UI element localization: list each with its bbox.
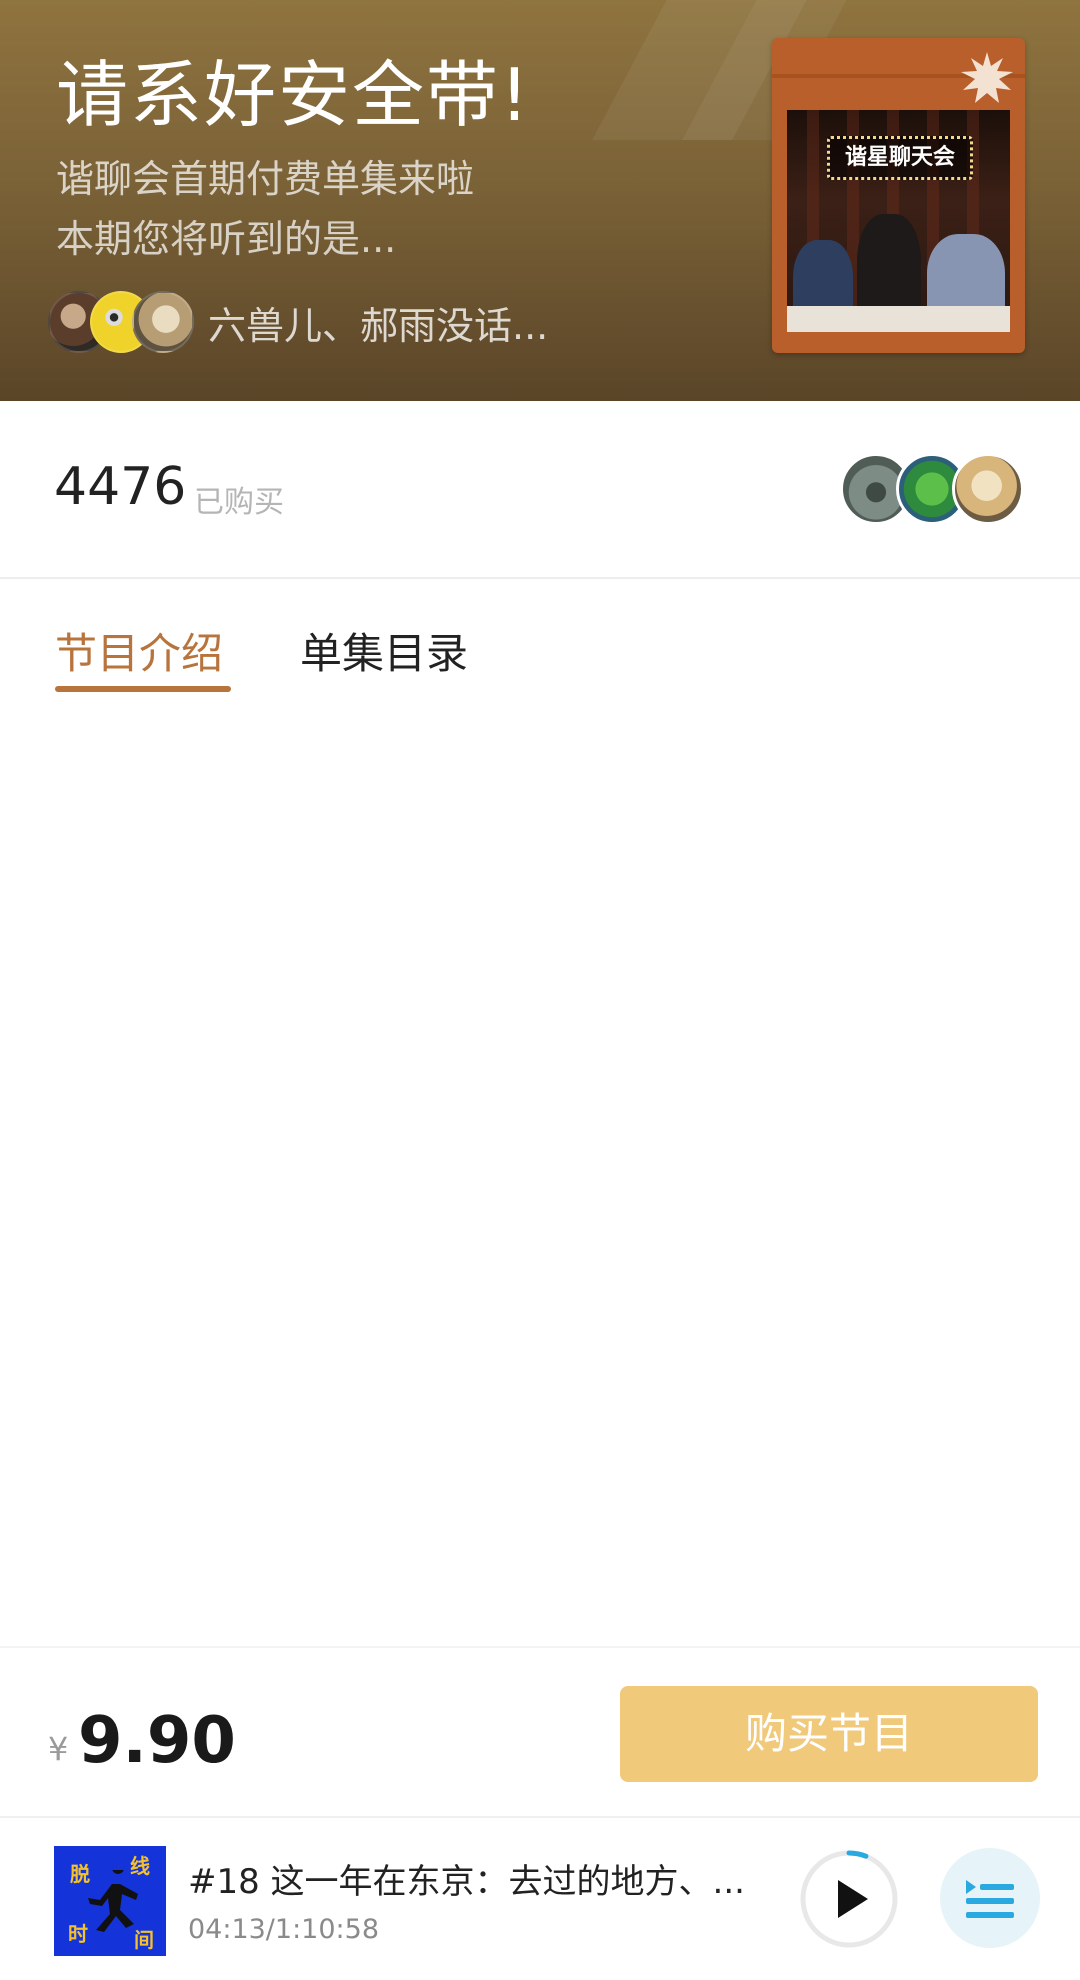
program-cover[interactable]: 谐星聊天会 bbox=[772, 38, 1025, 353]
program-subtitle: 谐聊会首期付费单集来啦 bbox=[56, 157, 475, 201]
buyer-avatar bbox=[952, 453, 1024, 525]
program-title: 请系好安全带! bbox=[56, 53, 531, 137]
cover-photo: 谐星聊天会 bbox=[787, 110, 1010, 332]
running-figure-icon bbox=[88, 1870, 138, 1932]
cover-table bbox=[787, 306, 1010, 332]
playlist-icon bbox=[966, 1880, 1014, 1918]
program-price: 9.90 bbox=[78, 1704, 236, 1778]
currency-symbol: ¥ bbox=[48, 1730, 69, 1768]
episode-title[interactable]: #18 这一年在东京：去过的地方、... bbox=[188, 1854, 758, 1903]
playlist-button[interactable] bbox=[940, 1848, 1040, 1948]
buy-program-button[interactable]: 购买节目 bbox=[620, 1686, 1038, 1782]
purchase-count: 4476 bbox=[54, 457, 187, 517]
episode-artwork[interactable]: 脱 线 时 间 bbox=[54, 1846, 166, 1956]
tab-episode-list[interactable]: 单集目录 bbox=[300, 620, 468, 681]
program-header: 请系好安全带! 谐聊会首期付费单集来啦 本期您将听到的是... 六兽儿、郝雨没话… bbox=[0, 0, 1080, 401]
tab-program-intro[interactable]: 节目介绍 bbox=[55, 620, 223, 681]
playback-time: 04:13/1:10:58 bbox=[188, 1914, 379, 1945]
purchase-bar: ¥ 9.90 购买节目 bbox=[0, 1646, 1080, 1816]
mini-player[interactable]: 脱 线 时 间 #18 这一年在东京：去过的地方、... 04:13/1:10:… bbox=[0, 1816, 1080, 1980]
purchase-count-label: 已购买 bbox=[194, 485, 284, 520]
active-tab-indicator bbox=[55, 686, 231, 692]
program-description: 本期您将听到的是... bbox=[56, 217, 397, 261]
hosts-row[interactable]: 六兽儿、郝雨没话... bbox=[48, 290, 548, 354]
host-names: 六兽儿、郝雨没话... bbox=[208, 303, 549, 348]
host-avatar bbox=[132, 291, 194, 353]
play-icon bbox=[838, 1880, 868, 1918]
cover-marquee-title: 谐星聊天会 bbox=[827, 136, 973, 180]
progress-ring bbox=[846, 1850, 869, 1859]
purchase-count-row: 4476 已购买 bbox=[0, 401, 1080, 579]
program-tabs: 节目介绍 单集目录 bbox=[0, 620, 1080, 700]
buyer-avatars[interactable] bbox=[840, 453, 1024, 525]
starburst-icon bbox=[961, 52, 1013, 103]
play-button[interactable] bbox=[798, 1848, 900, 1950]
